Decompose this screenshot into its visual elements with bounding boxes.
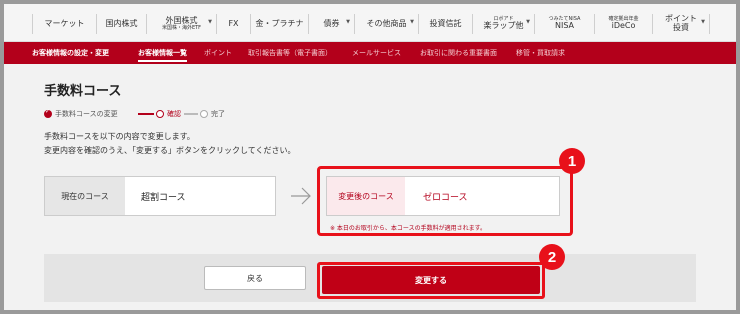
description-line: 変更内容を確認のうえ、「変更する」ボタンをクリックしてください。 [44,146,296,155]
subnav-transfer[interactable]: 移管・買取請求 [516,42,565,64]
top-navigation: マーケット 国内株式 外国株式 米国株・海外ETF ▼ FX 金・プラチナ 債券… [4,4,736,42]
step-confirm: 確認 [156,108,181,120]
nav-sublabel: 米国株・海外ETF [161,24,202,31]
nav-foreign-stocks[interactable]: 外国株式 米国株・海外ETF ▼ [146,14,216,34]
highlight-box-1 [317,166,573,236]
chevron-down-icon: ▼ [208,19,212,25]
chevron-down-icon: ▼ [410,19,414,25]
nav-domestic-stocks[interactable]: 国内株式 [96,14,146,34]
nav-investment-trusts[interactable]: 投資信託 [418,14,472,34]
chevron-down-icon: ▼ [346,19,350,25]
page-title: 手数料コース [44,84,122,99]
arrow-right-icon [291,187,311,205]
nav-fx[interactable]: FX [216,14,250,34]
current-course-label: 現在のコース [45,177,125,215]
nav-other-products[interactable]: その他商品 ▼ [354,14,418,34]
highlight-box-2 [317,262,545,299]
description: 手数料コースを以下の内容で変更します。 変更内容を確認のうえ、「変更する」ボタン… [44,130,296,158]
step-connector [184,113,198,115]
step-label: 確認 [167,110,181,118]
chevron-down-icon: ▼ [526,19,530,25]
step-label: 手数料コースの変更 [55,110,118,118]
nav-ideco[interactable]: 確定拠出年金 iDeCo [594,14,652,34]
nav-sublabel: 投資 [673,23,689,32]
subnav-points[interactable]: ポイント [204,42,232,64]
nav-sublabel: iDeCo [611,21,636,31]
description-line: 手数料コースを以下の内容で変更します。 [44,132,195,141]
current-course-box: 現在のコース 超割コース [44,176,276,216]
nav-tsumitate-nisa[interactable]: つみたてNISA NISA [534,14,594,34]
step-badge-1: 1 [559,148,585,174]
subnav-settings[interactable]: お客様情報の設定・変更 [32,42,109,64]
nav-label: 国内株式 [105,18,138,28]
nav-label: FX [228,18,239,28]
nav-sublabel: 楽ラップ他 [483,21,524,31]
main-content: 手数料コース 手数料コースの変更 確認 完了 手数料コースを以下の内容で変更しま… [4,64,736,310]
nav-label: マーケット [44,18,85,28]
nav-market[interactable]: マーケット [32,14,96,34]
nav-sublabel: NISA [554,21,575,31]
step-label: 完了 [211,110,225,118]
nav-gold-platinum[interactable]: 金・プラチナ [250,14,308,34]
step-complete: 完了 [200,108,225,120]
nav-label: 投資信託 [429,18,462,28]
sub-navigation: お客様情報の設定・変更 お客様情報一覧 ポイント 取引報告書等（電子書面） メー… [4,42,736,64]
subnav-customer-info[interactable]: お客様情報一覧 [138,42,187,64]
check-icon [44,108,52,118]
nav-label: その他商品 [366,18,407,28]
current-step-icon [156,110,164,118]
subnav-mail-service[interactable]: メールサービス [352,42,401,64]
nav-label: 債券 [323,18,340,28]
browser-frame: マーケット 国内株式 外国株式 米国株・海外ETF ▼ FX 金・プラチナ 債券… [4,4,736,310]
subnav-important-docs[interactable]: お取引に関わる重要書面 [420,42,497,64]
step-connector [138,113,154,115]
current-course-value: 超割コース [141,192,186,203]
nav-bonds[interactable]: 債券 ▼ [308,14,354,34]
nav-point-investment[interactable]: ポイント 投資 ▼ [652,14,710,34]
step-change: 手数料コースの変更 [44,108,118,120]
step-badge-2: 2 [539,244,565,270]
chevron-down-icon: ▼ [701,19,705,25]
nav-robo-advisor[interactable]: ロボアド 楽ラップ他 ▼ [472,14,534,34]
nav-label: 金・プラチナ [255,18,304,28]
subnav-reports[interactable]: 取引報告書等（電子書面） [248,42,332,64]
back-button[interactable]: 戻る [204,266,306,290]
pending-step-icon [200,110,208,118]
